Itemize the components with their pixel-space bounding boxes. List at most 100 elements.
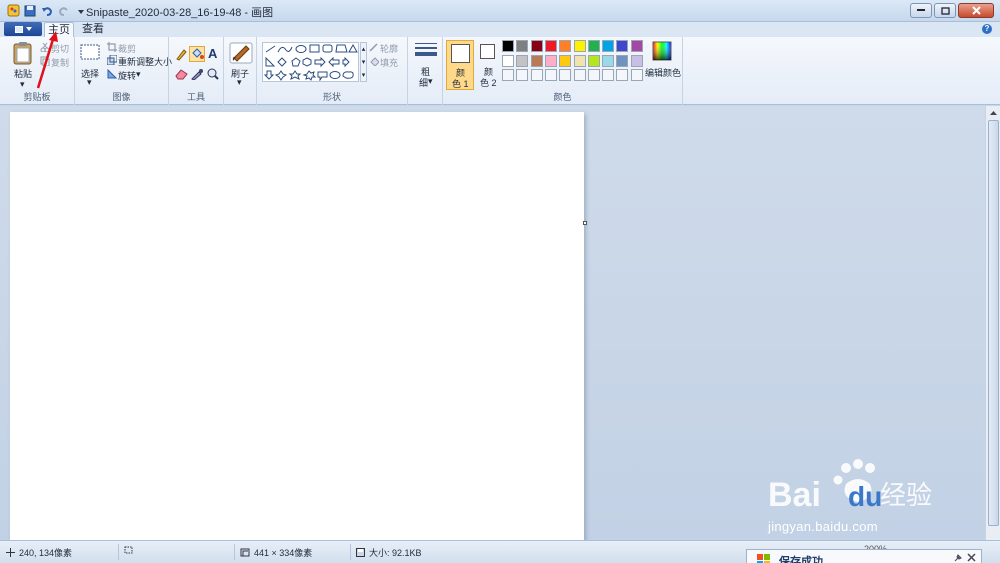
image-size-icon [240,548,250,557]
selection-size [124,546,134,555]
image-group-label: 图像 [112,92,131,102]
status-divider [234,544,235,560]
custom-color-slot[interactable] [544,69,557,81]
ribbon-tab-row: 主页 查看 ? [0,22,1000,37]
palette-swatch[interactable] [530,54,543,67]
paint-app-icon[interactable] [6,4,20,18]
palette-swatch[interactable] [544,54,557,67]
custom-color-slot[interactable] [530,69,543,81]
palette-swatch[interactable] [530,40,543,52]
brushes-dropdown-icon[interactable]: ▾ [237,77,242,88]
custom-color-slot[interactable] [516,69,529,81]
disk-icon [356,548,365,557]
cursor-position-value: 240, 134像素 [19,548,73,558]
quick-access-toolbar [0,4,88,18]
fill-button[interactable]: 填充 [380,56,398,69]
line-size-icon[interactable] [415,42,437,61]
outline-icon [369,42,379,55]
status-divider [118,544,119,560]
save-notification[interactable]: 保存成功 [746,549,982,563]
maximize-button[interactable] [934,3,956,18]
notification-title: 保存成功 [779,556,823,563]
palette-swatch[interactable] [616,54,629,67]
help-icon[interactable]: ? [982,24,992,34]
tab-view[interactable]: 查看 [78,22,108,37]
text-tool-icon[interactable]: A [208,46,217,61]
palette-swatch[interactable] [602,40,615,52]
eraser-icon[interactable] [175,68,188,83]
save-icon[interactable] [23,4,37,18]
palette-swatch[interactable] [573,54,586,67]
window-title: Snipaste_2020-03-28_16-19-48 - 画图 [86,7,274,19]
palette-swatch[interactable] [559,40,572,52]
palette-swatch[interactable] [587,54,600,67]
undo-icon[interactable] [40,4,54,18]
brush-icon[interactable] [229,41,253,68]
pin-icon[interactable] [953,553,963,563]
select-button[interactable] [80,44,100,63]
palette-swatch[interactable] [502,40,514,52]
color-picker-icon[interactable] [191,68,203,83]
palette-swatch[interactable] [559,54,572,67]
drawing-canvas[interactable] [10,112,584,540]
rotate-button[interactable]: 旋转 [118,69,136,82]
shapes-group: ▴ ▾ ▾ 轮廓 填充 形状 [257,37,408,105]
close-button[interactable] [958,3,994,18]
selection-size-icon [124,546,133,554]
shapes-gallery[interactable] [262,42,359,82]
edit-colors-button[interactable]: 编辑颜色 [645,66,681,79]
tools-group-label: 工具 [186,92,205,102]
crop-button[interactable]: 裁剪 [118,42,136,55]
app-menu-icon [14,25,23,33]
custom-color-slot[interactable] [630,69,643,81]
select-dropdown-icon[interactable]: ▾ [87,77,92,88]
palette-swatch[interactable] [573,40,586,52]
resize-button[interactable]: 重新调整大小 [118,55,172,68]
outline-button[interactable]: 轮廓 [380,42,398,55]
palette-swatch[interactable] [516,40,529,52]
close-icon[interactable] [967,553,976,563]
watermark-brand-cn: 经验 [880,481,932,511]
colors-group: 颜 色 1 颜 色 2 编辑颜色 颜色 [443,37,683,105]
paste-dropdown-icon[interactable]: ▾ [20,79,25,90]
palette-swatch[interactable] [516,54,529,67]
custom-color-slot[interactable] [587,69,600,81]
palette-swatch[interactable] [630,54,643,67]
image-size-value: 441 × 334像素 [254,548,313,558]
palette-swatch[interactable] [587,40,600,52]
palette-swatch[interactable] [502,54,514,67]
pencil-icon[interactable] [175,48,188,64]
color1-swatch [451,44,470,63]
color2-button[interactable]: 颜 色 2 [476,40,500,90]
palette-swatch[interactable] [616,40,629,52]
palette-swatch[interactable] [630,40,643,52]
palette-swatch[interactable] [544,40,557,52]
custom-color-slot[interactable] [616,69,629,81]
vertical-scrollbar[interactable] [985,106,1000,540]
edit-colors-icon[interactable] [652,41,672,64]
color1-button[interactable]: 颜 色 1 [446,40,474,90]
scroll-up-icon[interactable] [986,106,1000,120]
magnifier-icon[interactable] [207,68,219,83]
custom-color-slot[interactable] [502,69,514,81]
custom-color-slot[interactable] [573,69,586,81]
palette-swatch[interactable] [602,54,615,67]
size-group: 粗 细 ▾ [408,37,443,105]
rotate-icon [107,68,118,82]
select-rectangle-icon [80,44,100,60]
fill-bucket-icon[interactable] [189,46,205,62]
shapes-scroll[interactable]: ▴ ▾ ▾ [360,42,367,82]
custom-color-slot[interactable] [559,69,572,81]
window-controls [910,3,994,18]
minimize-button[interactable] [910,3,932,18]
rotate-dropdown-icon[interactable]: ▾ [136,69,141,80]
custom-color-slot[interactable] [602,69,615,81]
size-dropdown-icon[interactable]: ▾ [428,76,433,87]
color1-label-2: 色 1 [452,79,469,89]
redo-icon[interactable] [57,4,71,18]
scrollbar-thumb[interactable] [988,120,999,526]
size-label-2[interactable]: 细 [419,76,428,89]
canvas-resize-handle[interactable] [583,221,587,225]
color2-swatch [480,44,495,59]
brushes-group: 刷子 ▾ [224,37,257,105]
